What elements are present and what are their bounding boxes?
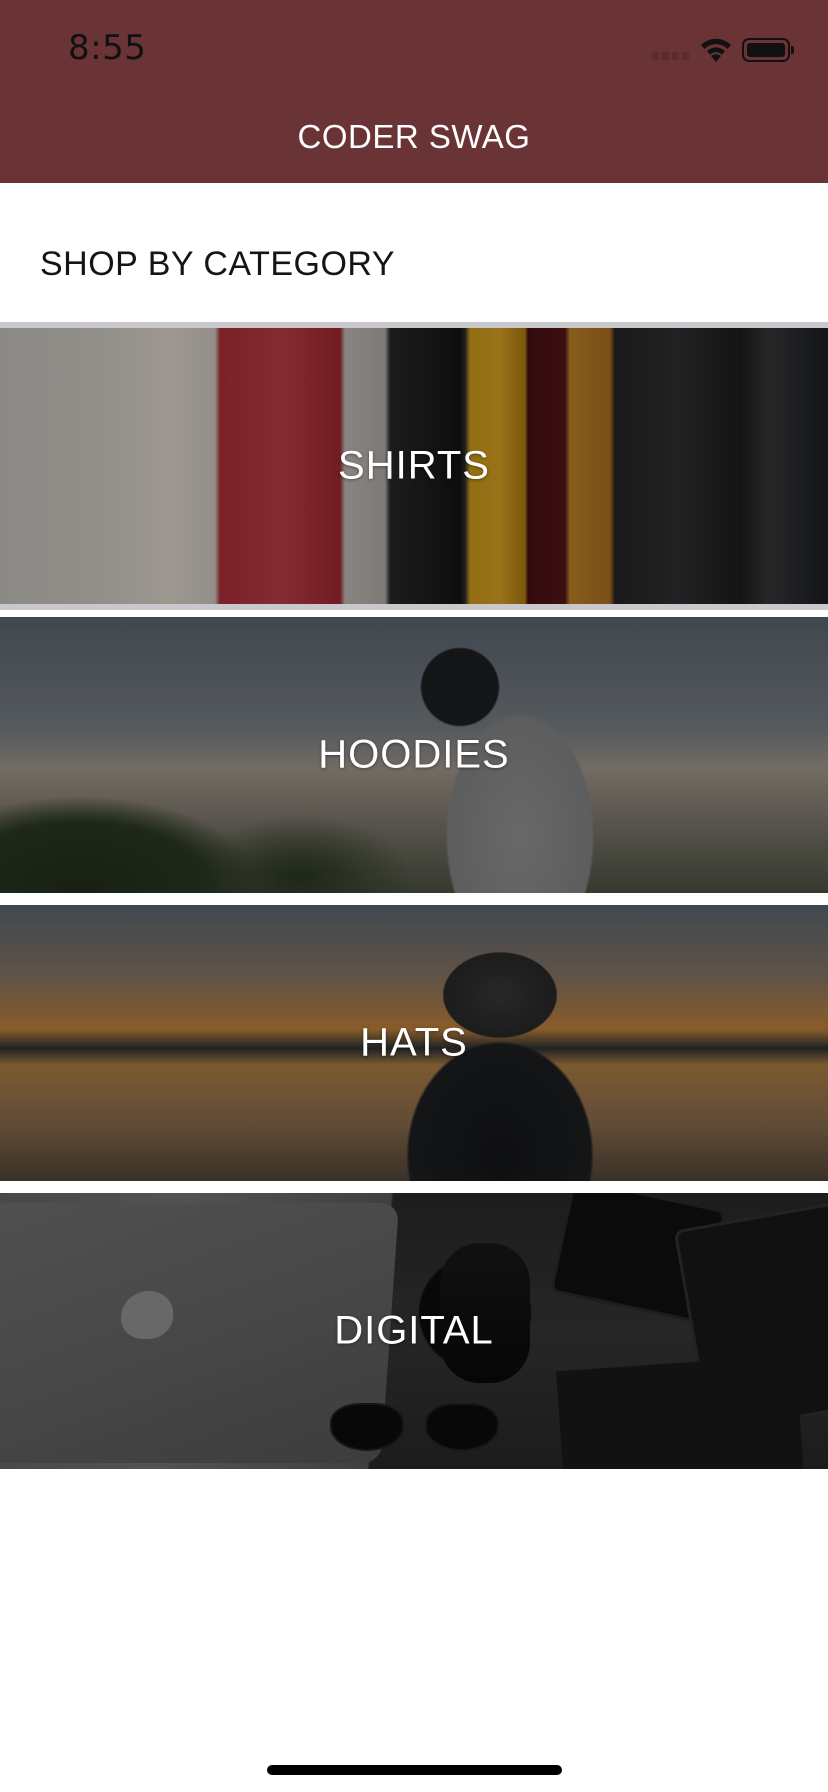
category-row-shirts[interactable]: SHIRTS	[0, 328, 828, 604]
category-label: HOODIES	[318, 732, 510, 777]
separator	[0, 604, 828, 610]
category-label: SHIRTS	[338, 443, 490, 488]
battery-icon	[742, 38, 794, 62]
category-label: HATS	[360, 1020, 468, 1065]
status-time: 8:55	[68, 28, 147, 68]
navigation-bar: 8:55 CODER SWAG	[0, 0, 828, 183]
wifi-icon	[701, 38, 731, 62]
signal-icon	[652, 52, 690, 60]
home-indicator[interactable]	[267, 1765, 562, 1775]
category-row-hats[interactable]: HATS	[0, 905, 828, 1181]
category-row-digital[interactable]: DIGITAL	[0, 1193, 828, 1469]
page-title: CODER SWAG	[297, 118, 531, 155]
category-row-hoodies[interactable]: HOODIES	[0, 617, 828, 893]
category-label: DIGITAL	[334, 1308, 494, 1353]
section-header: SHOP BY CATEGORY	[40, 245, 396, 283]
